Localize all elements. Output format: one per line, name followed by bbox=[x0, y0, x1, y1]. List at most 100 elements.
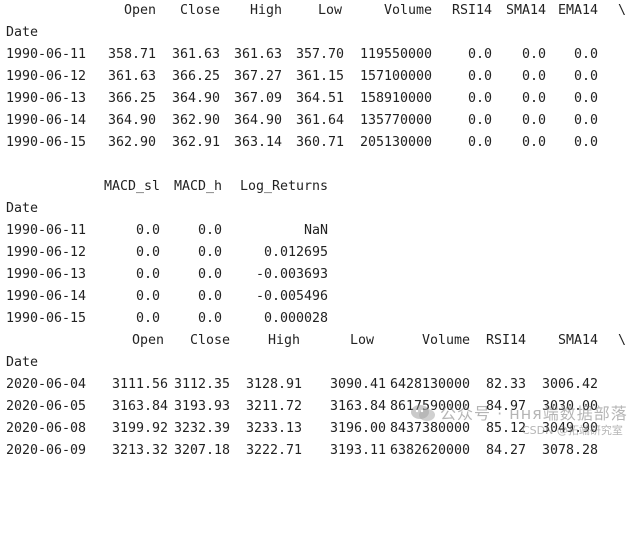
table-row: 2020-06-04 3111.56 3112.35 3128.91 3090.41 64… bbox=[6, 374, 632, 396]
row-date: 2020-06-05 bbox=[6, 399, 87, 414]
col-header: Close bbox=[179, 3, 220, 18]
table-cell: 205130000 bbox=[359, 135, 432, 150]
table-cell: 3078.28 bbox=[542, 443, 599, 458]
row-date: 1990-06-11 bbox=[6, 223, 87, 238]
table-cell: 0.0 bbox=[521, 135, 546, 150]
table-cell: 0.0 bbox=[197, 311, 222, 326]
index-name: Date bbox=[6, 25, 39, 40]
col-header: EMA14 bbox=[557, 3, 598, 18]
table-cell: 361.64 bbox=[296, 113, 345, 128]
table-cell: 364.51 bbox=[296, 91, 345, 106]
col-header: Volume bbox=[383, 3, 432, 18]
row-date: 1990-06-13 bbox=[6, 267, 87, 282]
col-header: High bbox=[249, 3, 282, 18]
table-cell: 8437380000 bbox=[390, 421, 471, 436]
table-cell: 0.0 bbox=[467, 69, 492, 84]
continuation-marker: \ bbox=[618, 333, 627, 348]
col-header: MACD_sl bbox=[104, 179, 161, 194]
table-cell: 0.000028 bbox=[263, 311, 328, 326]
table-cell: 6428130000 bbox=[390, 377, 471, 392]
table-cell: 0.0 bbox=[467, 91, 492, 106]
table2-header: MACD_sl MACD_h Log_Returns bbox=[6, 176, 632, 198]
table-cell: 0.0 bbox=[521, 113, 546, 128]
table-cell: 0.0 bbox=[521, 91, 546, 106]
table-cell: 357.70 bbox=[296, 47, 345, 62]
table-cell: 363.14 bbox=[233, 135, 282, 150]
table-cell: 84.97 bbox=[485, 399, 526, 414]
table-row: 1990-06-15 0.0 0.0 0.000028 bbox=[6, 308, 632, 330]
col-header: Low bbox=[349, 333, 374, 348]
table-cell: 0.0 bbox=[135, 289, 160, 304]
table-cell: 367.09 bbox=[233, 91, 282, 106]
table-cell: 0.0 bbox=[197, 223, 222, 238]
table-cell: 361.63 bbox=[171, 47, 220, 62]
table-cell: 0.0 bbox=[135, 223, 160, 238]
table-cell: 3090.41 bbox=[330, 377, 387, 392]
table-row: 2020-06-08 3199.92 3232.39 3233.13 3196.00 84… bbox=[6, 418, 632, 440]
table-row: 1990-06-11 0.0 0.0 NaN bbox=[6, 220, 632, 242]
table-row: 1990-06-12 361.63 366.25 367.27 361.15 157100… bbox=[6, 66, 632, 88]
table-cell: 3111.56 bbox=[112, 377, 169, 392]
table-cell: 360.71 bbox=[296, 135, 345, 150]
col-header: Volume bbox=[421, 333, 470, 348]
table-cell: NaN bbox=[303, 223, 328, 238]
table-cell: 82.33 bbox=[485, 377, 526, 392]
table-cell: 3193.93 bbox=[174, 399, 231, 414]
col-header: RSI14 bbox=[451, 3, 492, 18]
table-row: 1990-06-14 364.90 362.90 364.90 361.64 135770… bbox=[6, 110, 632, 132]
table-cell: 0.0 bbox=[467, 47, 492, 62]
table-cell: 364.90 bbox=[107, 113, 156, 128]
table-cell: 135770000 bbox=[359, 113, 432, 128]
notebook-output: Open Close High Low Volume RSI14 SMA14 E… bbox=[6, 0, 632, 462]
table-cell: 3112.35 bbox=[174, 377, 231, 392]
table-cell: 3196.00 bbox=[330, 421, 387, 436]
col-header: SMA14 bbox=[557, 333, 598, 348]
table-row: 1990-06-14 0.0 0.0 -0.005496 bbox=[6, 286, 632, 308]
col-header: Low bbox=[317, 3, 342, 18]
col-header: Log_Returns bbox=[239, 179, 328, 194]
table-cell: 3193.11 bbox=[330, 443, 387, 458]
col-header: SMA14 bbox=[505, 3, 546, 18]
col-header: Close bbox=[189, 333, 230, 348]
row-date: 1990-06-13 bbox=[6, 91, 87, 106]
table-row: 1990-06-13 366.25 364.90 367.09 364.51 158910… bbox=[6, 88, 632, 110]
col-header: RSI14 bbox=[485, 333, 526, 348]
table-cell: 157100000 bbox=[359, 69, 432, 84]
index-name-row: Date bbox=[6, 352, 632, 374]
table3-header: Open Close High Low Volume RSI14 SMA14 \ bbox=[6, 330, 632, 352]
table-cell: 0.0 bbox=[135, 245, 160, 260]
table-cell: 367.27 bbox=[233, 69, 282, 84]
table-cell: 0.0 bbox=[467, 135, 492, 150]
row-date: 2020-06-08 bbox=[6, 421, 87, 436]
table-cell: 362.90 bbox=[171, 113, 220, 128]
table-cell: 3233.13 bbox=[246, 421, 303, 436]
table-cell: 0.0 bbox=[573, 47, 598, 62]
table-row: 1990-06-12 0.0 0.0 0.012695 bbox=[6, 242, 632, 264]
row-date: 1990-06-15 bbox=[6, 135, 87, 150]
table-cell: 3128.91 bbox=[246, 377, 303, 392]
table-row: 1990-06-13 0.0 0.0 -0.003693 bbox=[6, 264, 632, 286]
table-cell: 3199.92 bbox=[112, 421, 169, 436]
col-header: High bbox=[267, 333, 300, 348]
table-cell: 3232.39 bbox=[174, 421, 231, 436]
table-cell: 0.0 bbox=[521, 69, 546, 84]
table-cell: 364.90 bbox=[233, 113, 282, 128]
row-date: 1990-06-14 bbox=[6, 113, 87, 128]
continuation-marker: \ bbox=[618, 3, 627, 18]
table-row: 1990-06-11 358.71 361.63 361.63 357.70 119550… bbox=[6, 44, 632, 66]
table-cell: 85.12 bbox=[485, 421, 526, 436]
table-cell: 0.0 bbox=[521, 47, 546, 62]
table-row: 2020-06-09 3213.32 3207.18 3222.71 3193.11 63… bbox=[6, 440, 632, 462]
table-cell: 3207.18 bbox=[174, 443, 231, 458]
table-cell: 0.0 bbox=[467, 113, 492, 128]
table-cell: 3211.72 bbox=[246, 399, 303, 414]
table-cell: 362.91 bbox=[171, 135, 220, 150]
row-date: 1990-06-14 bbox=[6, 289, 87, 304]
table-cell: -0.003693 bbox=[255, 267, 328, 282]
table-cell: 0.0 bbox=[573, 69, 598, 84]
col-header: MACD_h bbox=[173, 179, 222, 194]
row-date: 1990-06-15 bbox=[6, 311, 87, 326]
table-cell: 119550000 bbox=[359, 47, 432, 62]
table-cell: 366.25 bbox=[107, 91, 156, 106]
